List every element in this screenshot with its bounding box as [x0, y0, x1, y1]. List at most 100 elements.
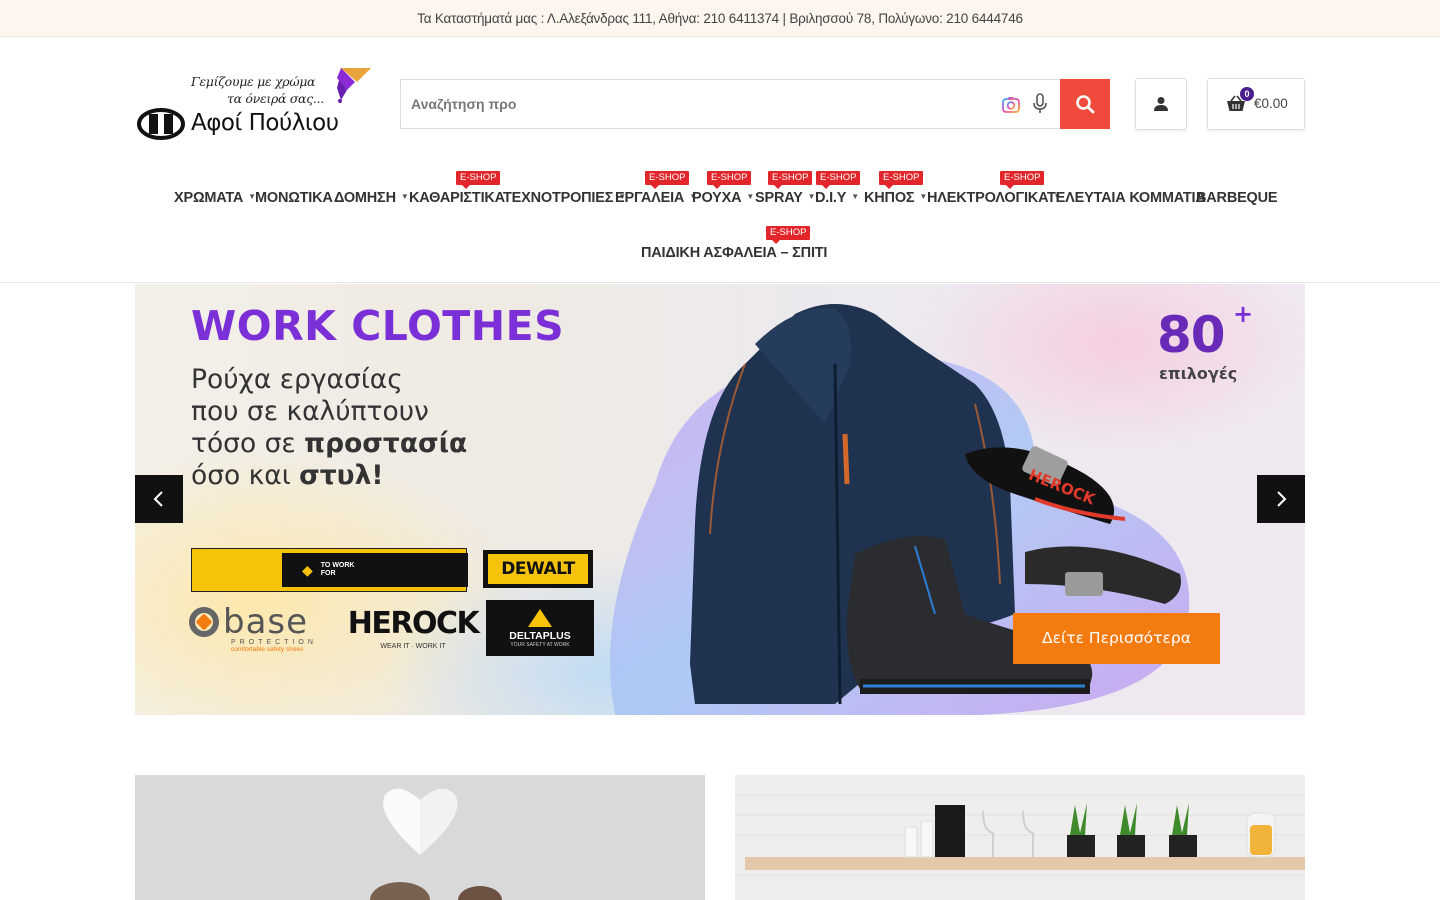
- logo-tagline: Γεμίζουμε με χρώμα τα όνειρά σας...: [191, 73, 324, 107]
- brand-tag-base: comfortable safety shoes: [231, 646, 304, 653]
- camera-icon[interactable]: [1001, 95, 1021, 115]
- base-mark-icon: [189, 607, 219, 637]
- cart-count-badge: 0: [1240, 87, 1254, 101]
- chevron-left-icon: [153, 491, 163, 507]
- nav-item-label: ΤΕΧΝΟΤΡΟΠΙΕΣ: [503, 190, 614, 206]
- slider-prev-button[interactable]: [135, 475, 183, 523]
- category-card-left[interactable]: [135, 775, 705, 900]
- paint-brush-icon: [337, 68, 371, 103]
- logo-tagline-line1: Γεμίζουμε με χρώμα: [191, 74, 316, 89]
- nav-divider: [0, 282, 1440, 283]
- brand-label-deltaplus: DELTAPLUS: [509, 630, 571, 642]
- nav-item-label: ΚΗΠΟΣ: [864, 190, 915, 206]
- brand-logo-herock: HEROCK WEAR IT · WORK IT: [348, 602, 480, 656]
- chevron-down-icon: ▼: [919, 192, 928, 201]
- nav-item-garden[interactable]: ΚΗΠΟΣ ▼: [864, 190, 927, 206]
- search-input[interactable]: [401, 80, 991, 128]
- brand-logo-deltaplus: DELTAPLUS YOUR SAFETY AT WORK: [486, 600, 594, 656]
- chevron-down-icon: ▼: [851, 192, 859, 201]
- brand-label-dewalt: DEWALT: [488, 554, 588, 584]
- chevron-down-icon: ▼: [746, 192, 755, 201]
- category-card-right[interactable]: [735, 775, 1305, 900]
- eshop-badge: E-SHOP: [707, 171, 752, 189]
- nav-item-cleaning[interactable]: ΚΑΘΑΡΙΣΤΙΚΑ: [409, 190, 505, 206]
- brand-logo-dewalt: DEWALT: [483, 550, 593, 588]
- brand-label-herock: HEROCK: [347, 606, 480, 641]
- nav-item-clothes[interactable]: ΡΟΥΧΑ ▼: [692, 190, 754, 206]
- user-icon: [1154, 97, 1168, 111]
- chevron-right-icon: [1277, 491, 1287, 507]
- brand-tag-deltaplus: YOUR SAFETY AT WORK: [510, 642, 570, 648]
- eshop-badge: E-SHOP: [456, 171, 501, 189]
- nav-item-child-safety[interactable]: ΠΑΙΔΙΚΗ ΑΣΦΑΛΕΙΑ – ΣΠΙΤΙ: [641, 245, 827, 261]
- hero-line-3-bold: προστασία: [304, 428, 468, 459]
- nav-item-barbeque[interactable]: BARBEQUE: [1196, 190, 1278, 206]
- nav-item-label: ΧΡΩΜΑΤΑ: [174, 190, 244, 206]
- nav-item-insulation[interactable]: ΜΟΝΩΤΙΚΑ: [255, 190, 333, 206]
- nav-item-electrical[interactable]: ΗΛΕΚΤΡΟΛΟΓΙΚΑ ▼: [927, 190, 1061, 206]
- site-logo[interactable]: Γεμίζουμε με χρώμα τα όνειρά σας... Αφοί…: [135, 66, 373, 144]
- nav-item-label: BARBEQUE: [1196, 190, 1278, 206]
- nav-item-label: ΤΕΛΕΥΤΑΙΑ ΚΟΜΜΑΤΙΑ: [1047, 190, 1206, 206]
- hero-line-4: όσο και στυλ!: [191, 460, 611, 492]
- see-more-button[interactable]: Δείτε Περισσότερα: [1013, 613, 1220, 664]
- brand-label-toworkfor: TO WORK FOR: [320, 562, 355, 577]
- category-image-shelf: [735, 775, 1305, 900]
- nav-item-spray[interactable]: SPRAY ▼: [755, 190, 816, 206]
- hero-line-1: Ρούχα εργασίας: [191, 364, 403, 395]
- eshop-badge: E-SHOP: [816, 171, 861, 189]
- search-button[interactable]: [1060, 79, 1110, 129]
- nav-item-techniques[interactable]: ΤΕΧΝΟΤΡΟΠΙΕΣ ▼: [503, 190, 626, 206]
- options-plus: +: [1233, 300, 1254, 328]
- microphone-icon[interactable]: [1031, 93, 1049, 115]
- hero-line-3-text: τόσο σε: [191, 428, 305, 459]
- eshop-badge: E-SHOP: [879, 171, 924, 189]
- nav-item-construction[interactable]: ΔΟΜΗΣΗ ▼: [334, 190, 409, 206]
- slider-next-button[interactable]: [1257, 475, 1305, 523]
- chevron-down-icon: ▼: [400, 192, 409, 201]
- nav-item-label: ΡΟΥΧΑ: [692, 190, 742, 206]
- brand-logo-base: base PROTECTION comfortable safety shoes: [189, 604, 343, 654]
- hero-line-4-text: όσο και: [191, 460, 300, 491]
- nav-item-colors[interactable]: ΧΡΩΜΑΤΑ ▼: [174, 190, 256, 206]
- nav-item-label: ΕΡΓΑΛΕΙΑ: [615, 190, 685, 206]
- nav-item-last-pieces[interactable]: ΤΕΛΕΥΤΑΙΑ ΚΟΜΜΑΤΙΑ: [1047, 190, 1206, 206]
- hero-line-2: που σε καλύπτουν: [191, 396, 429, 427]
- logo-brand-name: Αφοί Πούλιου: [191, 110, 339, 136]
- search-icon: [1076, 95, 1095, 114]
- eshop-badge: E-SHOP: [768, 171, 813, 189]
- hero-line-4-bold: στυλ!: [299, 460, 384, 491]
- nav-item-tools[interactable]: ΕΡΓΑΛΕΙΑ ▼: [615, 190, 697, 206]
- toworkfor-mark-icon: ◆: [302, 561, 313, 578]
- brand-logo-toworkfor: ◆ TO WORK FOR: [191, 548, 468, 592]
- nav-item-label: ΜΟΝΩΤΙΚΑ: [255, 190, 333, 206]
- store-info-bar: Τα Καταστήματά μας : Λ.Αλεξάνδρας 111, Α…: [0, 0, 1440, 37]
- nav-item-label: D.I.Y: [815, 190, 847, 206]
- store-info-text: Τα Καταστήματά μας : Λ.Αλεξάνδρας 111, Α…: [417, 10, 1023, 26]
- eshop-badge: E-SHOP: [766, 226, 811, 244]
- nav-item-label: ΠΑΙΔΙΚΗ ΑΣΦΑΛΕΙΑ – ΣΠΙΤΙ: [641, 245, 828, 261]
- brand-sub-base: PROTECTION: [231, 639, 317, 646]
- nav-item-label: ΗΛΕΚΤΡΟΛΟΓΙΚΑ: [927, 190, 1049, 206]
- hero-description: Ρούχα εργασίας που σε καλύπτουν τόσο σε …: [191, 364, 611, 492]
- nav-item-diy[interactable]: D.I.Y ▼: [815, 190, 859, 206]
- logo-mark-icon: [137, 108, 185, 140]
- brand-label-base: base: [223, 602, 309, 642]
- nav-item-label: ΚΑΘΑΡΙΣΤΙΚΑ: [409, 190, 505, 206]
- logo-tagline-line2: τα όνειρά σας...: [227, 91, 324, 106]
- options-label: επιλογές: [1159, 364, 1238, 383]
- eshop-badge: E-SHOP: [645, 171, 690, 189]
- options-count: 80: [1157, 306, 1226, 364]
- account-button[interactable]: [1135, 78, 1187, 130]
- deltaplus-triangle-icon: [528, 609, 552, 627]
- hero-line-3: τόσο σε προστασία: [191, 428, 611, 460]
- nav-item-label: SPRAY: [755, 190, 803, 206]
- search-bar: [400, 79, 1110, 129]
- cart-total: €0.00: [1254, 96, 1288, 111]
- category-image-heart: [135, 775, 705, 900]
- eshop-badge: E-SHOP: [1000, 171, 1045, 189]
- hero-title: WORK CLOTHES: [191, 302, 565, 350]
- cart-button[interactable]: 0 €0.00: [1207, 78, 1305, 130]
- hero-slide: WORK CLOTHES Ρούχα εργασίας που σε καλύπ…: [135, 284, 1305, 715]
- brand-tag-herock: WEAR IT · WORK IT: [380, 643, 446, 650]
